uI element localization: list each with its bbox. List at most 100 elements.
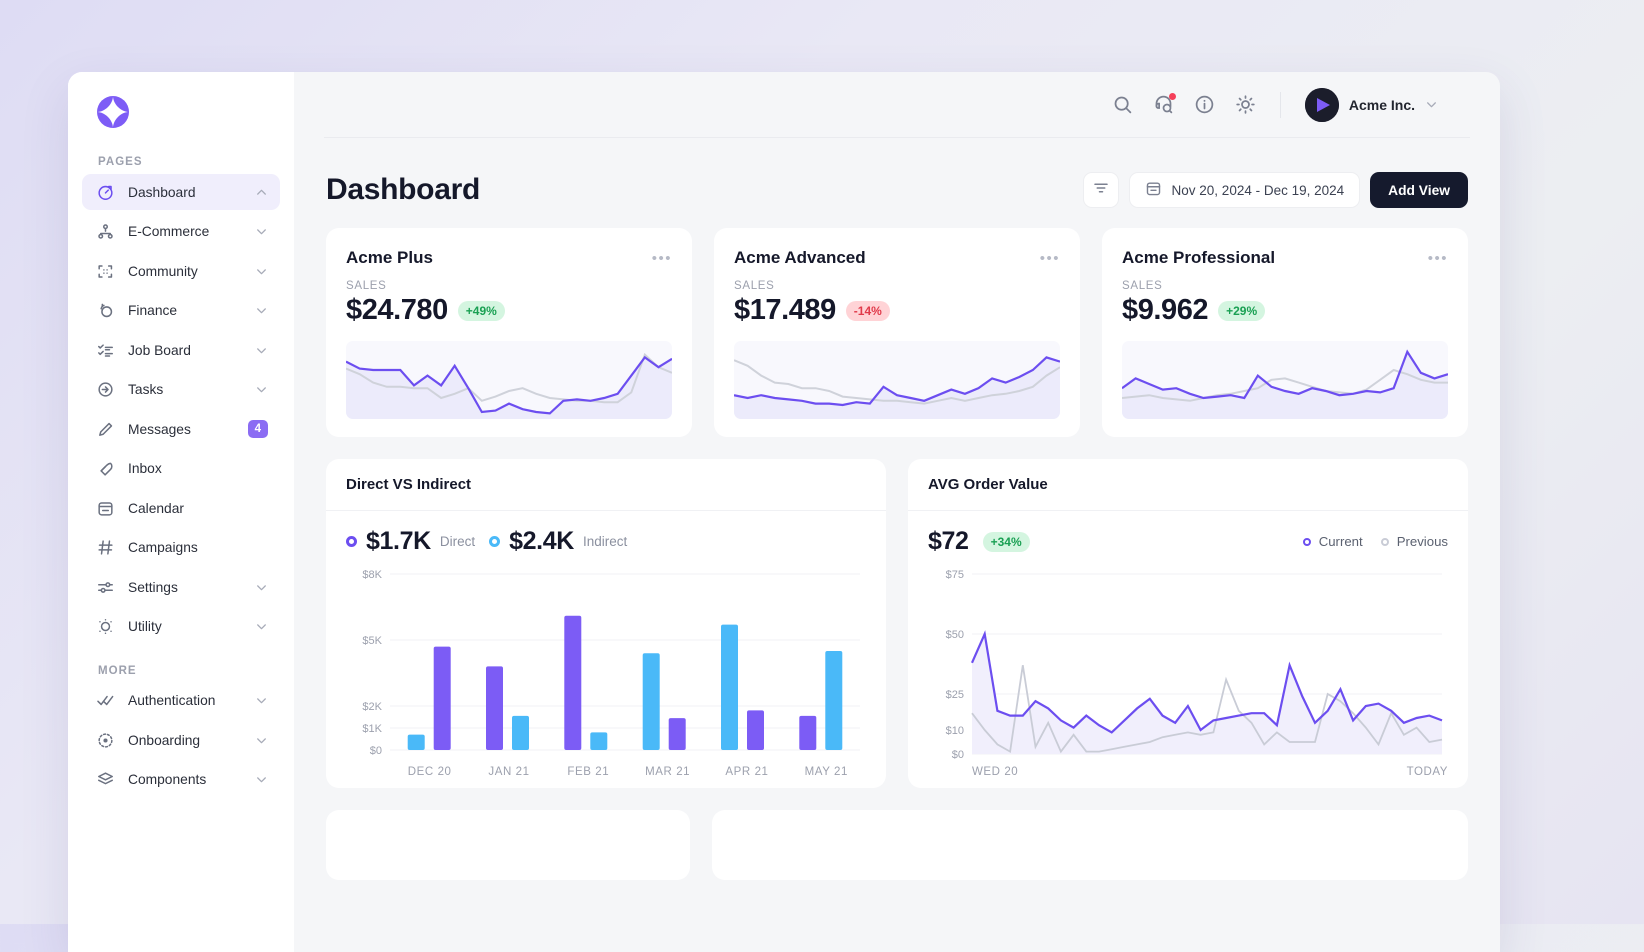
- chevron-up-icon[interactable]: [255, 186, 268, 199]
- sidebar-item-label: Components: [128, 772, 207, 787]
- double-check-icon: [96, 691, 115, 710]
- kpi-header: Acme Professional •••: [1122, 248, 1448, 268]
- avg-order-value-legend: $72 +34% Current Previous: [928, 527, 1448, 556]
- sidebar-item-campaigns[interactable]: Campaigns: [82, 530, 280, 566]
- kpi-more-icon[interactable]: •••: [652, 248, 672, 266]
- kpi-sparkline: [734, 341, 1060, 419]
- sidebar-item-job-board[interactable]: Job Board: [82, 332, 280, 368]
- kpi-metric-label: SALES: [734, 280, 775, 292]
- filter-button[interactable]: [1082, 172, 1119, 208]
- xaxis-tick-label: APR 21: [725, 766, 769, 778]
- svg-text:$0: $0: [952, 749, 964, 760]
- kpi-value: $24.780: [346, 294, 448, 326]
- svg-text:$8K: $8K: [362, 570, 382, 581]
- bottom-card-right: [712, 810, 1468, 880]
- chevron-down-icon[interactable]: [255, 344, 268, 357]
- sidebar-item-settings[interactable]: Settings: [82, 569, 280, 605]
- topbar-divider: [1279, 91, 1281, 118]
- sidebar-item-onboarding[interactable]: Onboarding: [82, 722, 280, 758]
- chevron-down-icon[interactable]: [255, 383, 268, 396]
- direct-label: Direct: [439, 534, 476, 549]
- kpi-more-icon[interactable]: •••: [1040, 248, 1060, 266]
- chevron-down-icon: [1425, 98, 1438, 111]
- svg-text:$25: $25: [946, 689, 964, 701]
- svg-text:$10: $10: [946, 725, 964, 737]
- avatar: [1304, 87, 1339, 122]
- sidebar-item-label: Community: [128, 263, 198, 279]
- xaxis-tick-label: DEC 20: [407, 766, 452, 778]
- sidebar-item-utility[interactable]: Utility: [82, 609, 280, 645]
- chevron-down-icon[interactable]: [255, 304, 268, 317]
- chevron-down-icon[interactable]: [255, 225, 268, 238]
- kpi-sparkline: [346, 341, 672, 419]
- dashboard-content: Acme Plus ••• SALES $24.780 +49% Acme Advance…: [294, 208, 1500, 952]
- theme-icon[interactable]: [1235, 94, 1256, 115]
- sidebar-item-e-commerce[interactable]: E-Commerce: [82, 214, 280, 250]
- chevron-down-icon[interactable]: [255, 265, 268, 278]
- sidebar-section-label: MORE: [98, 664, 137, 677]
- chevron-down-icon[interactable]: [255, 581, 268, 594]
- kpi-metric-label: SALES: [346, 280, 387, 292]
- legend-item-direct[interactable]: $1.7K Direct: [346, 527, 475, 556]
- svg-text:$2K: $2K: [362, 701, 382, 713]
- sidebar-item-badge: 4: [247, 419, 268, 439]
- info-icon[interactable]: [1194, 94, 1215, 115]
- legend-marker-indirect-icon: [489, 536, 501, 547]
- sidebar-item-community[interactable]: Community: [82, 253, 280, 289]
- support-icon[interactable]: [1153, 93, 1176, 115]
- kpi-card: Acme Plus ••• SALES $24.780 +49%: [326, 228, 692, 437]
- direct-vs-indirect-body: $1.7K Direct $2.4K Indirect $8K $5K $2K $1K…: [326, 511, 886, 788]
- kpi-header: Acme Advanced •••: [734, 248, 1060, 268]
- kpi-value-row: $17.489 -14%: [734, 294, 1060, 327]
- kpi-value: $9.962: [1122, 294, 1209, 326]
- sidebar-item-calendar[interactable]: Calendar: [82, 490, 280, 526]
- date-range-text: Nov 20, 2024 - Dec 19, 2024: [1171, 182, 1345, 198]
- sidebar-item-label: E-Commerce: [128, 224, 210, 239]
- sidebar-item-label: Tasks: [128, 382, 164, 397]
- legend-marker-current-icon: [1302, 537, 1311, 546]
- avg-order-series-toggle: Current Previous: [1302, 534, 1448, 549]
- legend-item-previous[interactable]: Previous: [1380, 534, 1448, 549]
- sliders-icon: [96, 578, 115, 597]
- legend-label-current: Current: [1318, 534, 1363, 549]
- sidebar-item-label: Job Board: [128, 342, 191, 358]
- search-icon[interactable]: [1112, 94, 1133, 115]
- topbar: Acme Inc.: [324, 72, 1470, 138]
- bottom-card-left: [326, 810, 690, 880]
- checklist-icon: [96, 341, 115, 360]
- sidebar-item-finance[interactable]: Finance: [82, 293, 280, 329]
- feather-icon: [96, 459, 115, 478]
- kpi-delta-badge: +29%: [1218, 300, 1266, 321]
- date-range-picker[interactable]: Nov 20, 2024 - Dec 19, 2024: [1128, 172, 1361, 208]
- kpi-delta-badge: +49%: [457, 300, 505, 321]
- kpi-header: Acme Plus •••: [346, 248, 672, 268]
- legend-marker-previous-icon: [1380, 537, 1389, 546]
- sidebar-item-messages[interactable]: Messages 4: [82, 411, 280, 447]
- chevron-down-icon[interactable]: [255, 734, 268, 747]
- kpi-more-icon[interactable]: •••: [1428, 248, 1448, 266]
- logo-wrap[interactable]: [82, 72, 280, 136]
- filter-icon: [1092, 179, 1110, 202]
- sidebar-item-inbox[interactable]: Inbox: [82, 451, 280, 487]
- header-tools: Nov 20, 2024 - Dec 19, 2024 Add View: [1082, 172, 1468, 208]
- sidebar-item-dashboard[interactable]: Dashboard: [82, 174, 280, 210]
- sidebar-item-authentication[interactable]: Authentication: [82, 683, 280, 719]
- direct-vs-indirect-plot: $8K $5K $2K $1K $0: [346, 569, 866, 760]
- chevron-down-icon[interactable]: [255, 620, 268, 633]
- arrow-in-circle-icon: [96, 380, 115, 399]
- direct-vs-indirect-xaxis: DEC 20 JAN 21 FEB 21 MAR 21 APR 21 MAY 21: [346, 766, 866, 778]
- chevron-down-icon[interactable]: [255, 694, 268, 707]
- legend-item-indirect[interactable]: $2.4K Indirect: [489, 527, 627, 556]
- indirect-label: Indirect: [582, 534, 628, 549]
- chevron-down-icon[interactable]: [255, 773, 268, 786]
- legend-item-current[interactable]: Current: [1302, 534, 1363, 549]
- add-view-button[interactable]: Add View: [1370, 172, 1468, 208]
- notification-dot: [1168, 93, 1176, 100]
- sidebar-item-tasks[interactable]: Tasks: [82, 372, 280, 408]
- legend-marker-direct-icon: [346, 536, 357, 547]
- sidebar-item-label: Dashboard: [128, 184, 196, 200]
- sidebar-item-components[interactable]: Components: [82, 762, 280, 798]
- bottom-cards-row: [326, 810, 1468, 880]
- sidebar-item-label: Finance: [128, 303, 178, 318]
- user-menu[interactable]: Acme Inc.: [1304, 87, 1438, 122]
